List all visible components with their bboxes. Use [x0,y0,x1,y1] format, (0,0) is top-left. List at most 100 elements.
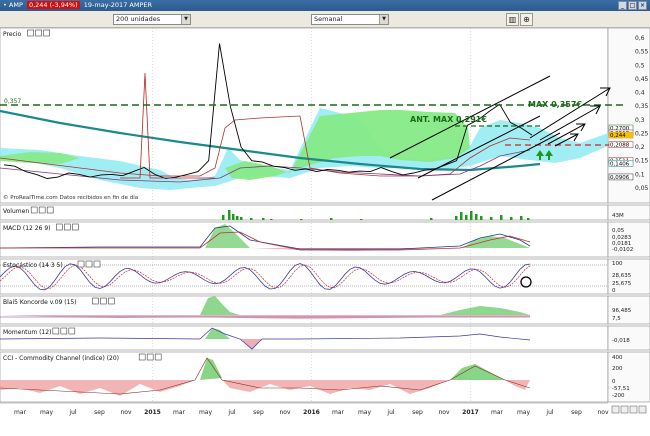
close-icon[interactable] [108,297,115,305]
x-tick-label: jul [545,409,553,416]
x-tick-label: nov [597,409,608,416]
price-change-badge: 0,244 (-3,94%) [26,1,80,9]
close-icon[interactable] [46,206,54,214]
wrench-icon[interactable] [92,297,99,305]
panel-label-price: Precio [3,31,22,38]
period-select[interactable]: Semanal ▼ [311,14,389,25]
minimize-button[interactable]: _ [618,1,627,10]
wrench-icon[interactable] [77,260,85,268]
price-tick-label: 0,05 [635,185,649,192]
indicator-icon: ⊕ [523,15,530,24]
window-icon[interactable] [100,297,107,305]
close-icon[interactable] [68,327,76,335]
volume-bar [480,216,483,220]
indicator-button[interactable]: ⊕ [520,13,533,26]
ticker-label: • AMP [3,1,23,9]
stochastic-tick-label: 0 [612,288,616,294]
window-icon[interactable] [85,260,93,268]
macd-tick-label: 0,05 [612,228,625,234]
volume-bar [232,214,235,220]
window-icon[interactable] [35,29,42,37]
maximize-button[interactable]: □ [628,1,637,10]
chart-type-button[interactable]: ▥ [506,13,519,26]
x-tick-label: may [358,409,372,416]
wrench-icon[interactable] [52,327,60,335]
window-icon[interactable] [60,327,68,335]
price-tick-label: 0,35 [635,103,649,110]
x-tick-label: 2016 [303,409,320,416]
panel-label-macd: MACD (12 26 9) [3,225,50,232]
crosshair-icon[interactable] [638,405,647,414]
volume-bar [465,215,468,220]
volume-bar [240,217,243,220]
stochastic-tick-label: 25,675 [612,281,632,287]
close-icon[interactable] [72,223,79,231]
annotation-max: MAX 0,357€ [528,100,582,109]
x-tick-label: mar [173,409,186,416]
panel-label-cci: CCI - Commodity Channel (índice) (20) [3,355,119,362]
close-button[interactable]: × [638,1,647,10]
window-icon[interactable] [64,223,71,231]
period-select-value: Semanal [314,15,343,23]
price-marker-label: 0,2088 [610,143,630,149]
volume-bar [360,219,363,220]
volume-bar [490,217,493,220]
x-tick-label: jul [227,409,235,416]
price-tick-label: 0,2 [635,144,645,151]
volume-bar [262,218,265,220]
close-icon[interactable] [93,260,101,268]
x-tick-label: mar [491,409,504,416]
x-tick-label: nov [438,409,449,416]
chart-area: 0,357 MAX 0,357€ ANT. MAX 0,291€ Precio V… [0,27,650,434]
x-tick-label: may [40,409,54,416]
price-marker-label: 0,1406 [610,161,630,167]
panel-label-blai5: Blai5 Koncorde v.09 (15) [3,299,77,306]
volume-bar [455,216,458,220]
price-marker-label: 0,0906 [610,175,630,181]
x-tick-label: sep [253,409,264,416]
zoom-in-icon[interactable] [611,405,620,414]
window-icon[interactable] [146,353,154,361]
x-tick-label: may [199,409,213,416]
price-chart: 0,357 MAX 0,357€ ANT. MAX 0,291€ Precio V… [0,27,650,434]
volume-bar [330,218,333,220]
wrench-icon[interactable] [30,206,38,214]
volume-bar [222,215,225,220]
chevron-down-icon: ▼ [181,15,190,24]
price-tick-label: 0,6 [635,35,645,42]
macd-tick-label: -0,0102 [612,247,633,253]
annotation-ant-max: ANT. MAX 0,291€ [410,115,487,124]
window-icon[interactable] [38,206,46,214]
volume-bar [250,218,253,220]
wrench-icon[interactable] [27,29,34,37]
close-icon[interactable] [154,353,162,361]
volume-bar [470,211,473,220]
wrench-icon[interactable] [138,353,146,361]
chart-icon: ▥ [508,15,517,24]
price-tick-label: 0,1 [635,171,645,178]
price-tick-label: 0,55 [635,49,649,56]
title-bar: • AMP 0,244 (-3,94%) 19-may-2017 AMPER _… [0,0,650,11]
date-label: 19-may-2017 [83,1,128,9]
units-select[interactable]: 200 unidades ▼ [113,14,191,25]
close-icon[interactable] [43,29,50,37]
x-tick-label: 2017 [462,409,479,416]
x-tick-label: may [517,409,531,416]
cci-tick-label: 0 [612,379,616,385]
wrench-icon[interactable] [56,223,63,231]
volume-bar [527,218,530,220]
volume-bar [475,214,478,220]
panel-label-momentum: Momentum (12) [3,329,51,336]
volume-bar [500,215,503,220]
x-tick-label: sep [412,409,423,416]
hand-icon[interactable] [629,405,638,414]
source-label: © ProRealTime.com Datos recibidos en fin… [3,194,138,201]
panel-label-volume: Volumen [3,208,29,215]
cci-tick-label: 400 [612,355,623,361]
cci-tick-label: -57,51 [612,386,630,392]
blai5-tick-label: 96,485 [612,308,632,314]
instrument-name: AMPER [129,1,153,9]
volume-bar [270,219,273,220]
cci-tick-label: -200 [612,393,625,399]
zoom-out-icon[interactable] [620,405,629,414]
